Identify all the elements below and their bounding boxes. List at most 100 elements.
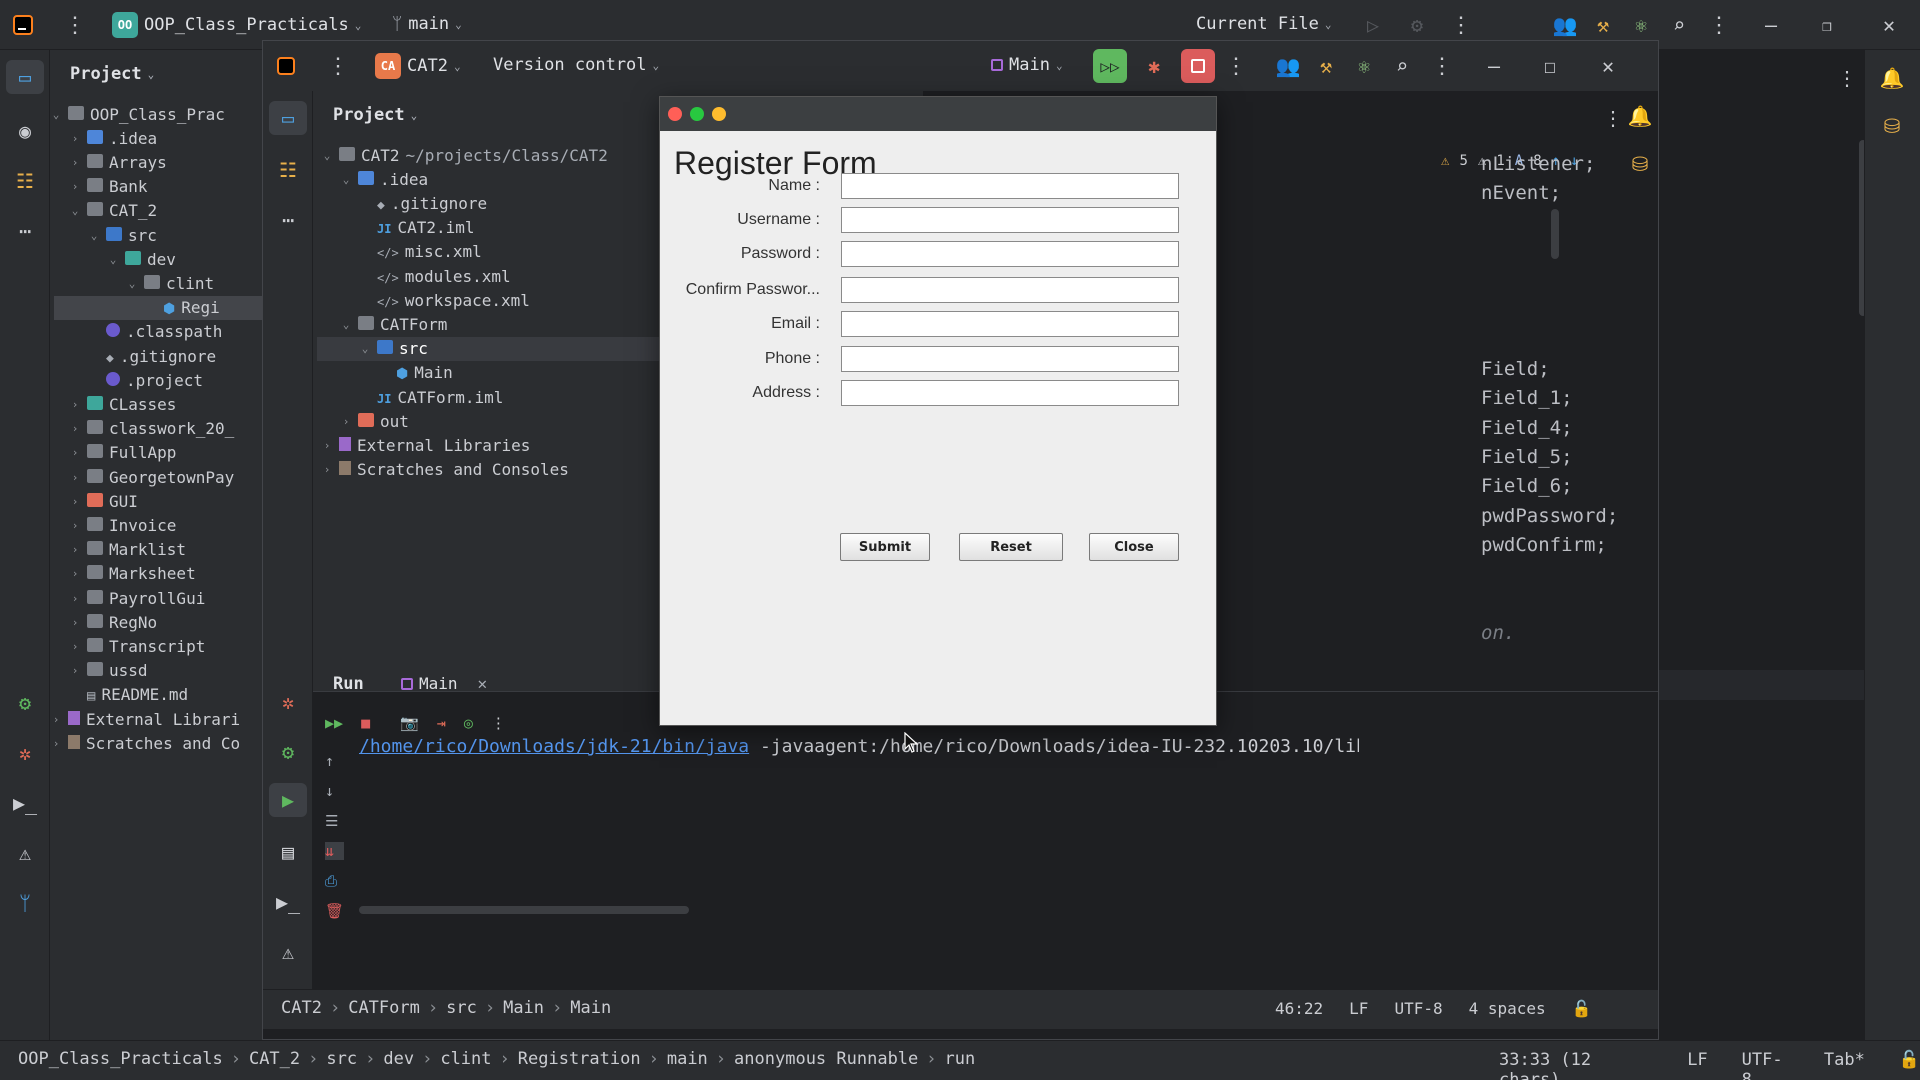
chevron-right-icon[interactable]: › [50, 737, 62, 750]
chevron-right-icon[interactable]: › [321, 463, 333, 476]
search-icon[interactable]: ⌕ [1666, 12, 1692, 38]
tree-item[interactable]: › FullApp [69, 441, 177, 465]
tree-item[interactable]: ⌄ OOP_Class_Prac [50, 102, 225, 126]
form-field-input[interactable] [841, 207, 1179, 233]
rerun-icon[interactable]: ▷▷ [1093, 49, 1127, 83]
chevron-right-icon[interactable]: › [321, 439, 333, 452]
breadcrumb-item[interactable]: dev [383, 1049, 414, 1069]
breadcrumb-item[interactable]: OOP_Class_Practicals [18, 1049, 223, 1069]
tree-item[interactable]: › .idea [69, 126, 157, 150]
tree-item[interactable]: › GUI [69, 489, 138, 513]
problems-icon[interactable]: ⚠ [6, 836, 44, 870]
screenshot-icon[interactable]: 📷 [400, 714, 419, 732]
tree-item[interactable]: › Bank [69, 175, 148, 199]
close-window-icon[interactable]: ✕ [1876, 12, 1902, 38]
breadcrumb-item[interactable]: CATForm [348, 998, 420, 1018]
form-field-input[interactable] [841, 346, 1179, 372]
maximize-icon[interactable]: ☐ [1537, 53, 1563, 79]
app-logo-icon[interactable] [273, 53, 299, 79]
indent-setting[interactable]: 4 spaces [1469, 999, 1546, 1018]
settings-menu-icon[interactable]: ⋮ [1706, 12, 1732, 38]
debug-icon[interactable]: ⚙ [1404, 12, 1430, 38]
more-tools-icon[interactable]: ⋯ [6, 214, 44, 248]
database-icon[interactable]: ⛁ [1875, 112, 1909, 140]
editor-options-icon[interactable]: ⋮ [1603, 105, 1623, 131]
tree-item[interactable]: .project [88, 368, 203, 392]
github-icon[interactable]: ◉ [6, 114, 44, 148]
tree-item[interactable]: › PayrollGui [69, 586, 206, 610]
chevron-down-icon[interactable]: ⌄ [359, 342, 371, 355]
breadcrumb-item[interactable]: main [667, 1049, 708, 1069]
app-logo-icon[interactable] [10, 12, 36, 38]
structure-icon[interactable]: ☷ [269, 153, 307, 187]
ai-assistant-icon[interactable]: ⚛ [1628, 12, 1654, 38]
chevron-down-icon[interactable]: ⌄ [340, 318, 352, 331]
tree-item[interactable]: JI CATForm.iml [359, 385, 503, 409]
scroll-down-icon[interactable]: ↓ [325, 782, 344, 800]
run-icon[interactable]: ▷ [1360, 12, 1386, 38]
more-actions-icon[interactable]: ⋮ [1448, 12, 1474, 38]
tree-item[interactable]: ⬢ Regi [54, 295, 263, 320]
tree-item[interactable]: › External Libraries [321, 433, 531, 457]
minimize-icon[interactable]: — [1481, 53, 1507, 79]
run-tab-label[interactable]: Run [333, 674, 364, 694]
form-field-input[interactable] [841, 173, 1179, 199]
services-icon[interactable]: ⚙ [6, 686, 44, 720]
lock-icon[interactable]: 🔓 [1572, 999, 1592, 1018]
tree-item[interactable]: ⬢ Main [378, 361, 453, 385]
chevron-down-icon[interactable]: ⌄ [340, 173, 352, 186]
line-separator[interactable]: LF [1349, 999, 1368, 1018]
breadcrumb-item[interactable]: clint [440, 1049, 491, 1069]
chevron-right-icon[interactable]: › [69, 543, 81, 556]
tree-item[interactable]: ⌄ src [88, 223, 157, 247]
indent-setting[interactable]: Tab* [1824, 1050, 1865, 1080]
breadcrumb-item[interactable]: anonymous Runnable [734, 1049, 918, 1069]
main-menu-icon[interactable]: ⋮ [325, 53, 351, 79]
tree-item[interactable]: ⌄ CATForm [340, 312, 448, 336]
code-with-me-icon[interactable]: 👥 [1275, 53, 1301, 79]
vcs-icon[interactable]: ᛘ [6, 886, 44, 920]
form-field-input[interactable] [841, 311, 1179, 337]
problems-icon[interactable]: ⚠ [269, 935, 307, 969]
close-window-icon[interactable]: ✕ [1595, 53, 1621, 79]
rerun-icon[interactable]: ▶▶ [325, 714, 343, 732]
code-with-me-icon[interactable]: 👥 [1552, 12, 1578, 38]
tree-item[interactable]: ◆ .gitignore [359, 191, 487, 215]
chevron-right-icon[interactable]: › [69, 422, 81, 435]
ai-assistant-icon[interactable]: ⚛ [1351, 53, 1377, 79]
attach-debugger-icon[interactable]: ◎ [464, 714, 473, 732]
file-encoding[interactable]: UTF-8 [1742, 1050, 1790, 1080]
chevron-right-icon[interactable]: › [69, 398, 81, 411]
breadcrumb-item[interactable]: CAT_2 [249, 1049, 300, 1069]
tree-item[interactable]: ⌄ CAT_2 [69, 199, 157, 223]
outer-project-selector[interactable]: OO OOP_Class_Practicals ⌄ [112, 12, 361, 38]
chevron-right-icon[interactable]: › [69, 616, 81, 629]
inner-project-header[interactable]: Project ⌄ [333, 105, 417, 125]
form-field-input[interactable] [841, 241, 1179, 267]
tree-item[interactable]: › Marksheet [69, 562, 196, 586]
tree-item[interactable]: ▤ README.md [69, 683, 188, 707]
terminal-icon[interactable]: ▶_ [269, 885, 307, 919]
restore-icon[interactable]: ❐ [1814, 12, 1840, 38]
form-field-input[interactable] [841, 277, 1179, 303]
project-tool-icon[interactable]: ▭ [6, 60, 44, 94]
reset-button[interactable]: Reset [959, 533, 1063, 561]
chevron-right-icon[interactable]: › [69, 567, 81, 580]
exit-icon[interactable]: ⇥ [437, 714, 446, 732]
outer-run-config[interactable]: Current File ⌄ [1196, 14, 1331, 34]
submit-button[interactable]: Submit [840, 533, 930, 561]
debug-icon[interactable]: ✱ [1137, 49, 1171, 83]
breadcrumb-item[interactable]: src [326, 1049, 357, 1069]
run-tool-icon[interactable]: ▶ [269, 783, 307, 817]
tree-item[interactable]: ⌄ clint [126, 271, 214, 295]
tree-item[interactable]: › RegNo [69, 610, 157, 634]
line-separator[interactable]: LF [1687, 1050, 1707, 1080]
chevron-right-icon[interactable]: › [69, 446, 81, 459]
chevron-down-icon[interactable]: ⌄ [321, 149, 333, 162]
chevron-right-icon[interactable]: › [69, 471, 81, 484]
chevron-right-icon[interactable]: › [69, 592, 81, 605]
chevron-right-icon[interactable]: › [340, 415, 352, 428]
tree-item[interactable]: › Scratches and Co [50, 731, 240, 755]
chevron-right-icon[interactable]: › [69, 180, 81, 193]
code-area[interactable]: nListener; nEvent; Field; Field_1; Field_4; F… [1481, 153, 1661, 673]
